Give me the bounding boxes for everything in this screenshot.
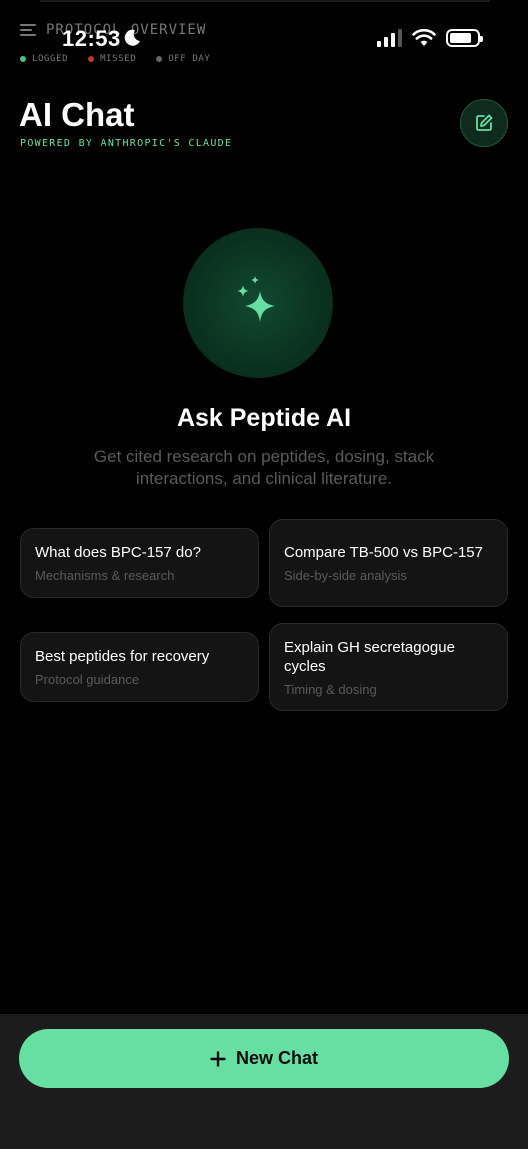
suggestion-title: Best peptides for recovery (35, 648, 210, 665)
suggestion-card[interactable]: Explain GH secretagogue cycles Timing & … (269, 623, 508, 711)
suggestion-subtitle: Protocol guidance (35, 672, 140, 687)
new-chat-label: New Chat (235, 1048, 318, 1068)
legend-dot (88, 56, 95, 62)
battery-icon (446, 29, 483, 47)
status-indicators (377, 29, 483, 47)
hero-description: Get cited research on peptides, dosing, … (93, 447, 435, 488)
suggestion-card[interactable]: What does BPC-157 do? Mechanisms & resea… (20, 528, 259, 598)
moon-icon (124, 29, 140, 46)
suggestion-subtitle: Mechanisms & research (35, 568, 175, 583)
status-bar: PROTOCOL OVERVIEW 12:53 LOGGED MISSED OF… (0, 0, 528, 80)
legend-dot (20, 56, 26, 62)
compose-icon (476, 114, 493, 131)
ai-hero-badge (183, 228, 333, 378)
page-title: AI Chat (19, 96, 135, 133)
suggestion-subtitle: Timing & dosing (284, 681, 377, 697)
suggestion-title: What does BPC-157 do? (35, 544, 201, 561)
legend-label: OFF DAY (168, 54, 211, 64)
list-icon (20, 23, 38, 37)
cellular-signal-icon (377, 29, 402, 47)
new-chat-button[interactable]: New Chat (19, 1029, 509, 1088)
legend-dot (156, 56, 163, 62)
legend-logged: LOGGED (20, 54, 68, 64)
suggestion-subtitle: Side-by-side analysis (284, 568, 407, 583)
suggestion-title: Compare TB-500 vs BPC-157 (284, 544, 483, 561)
screen-top-divider (40, 0, 490, 2)
suggestion-card[interactable]: Compare TB-500 vs BPC-157 Side-by-side a… (269, 519, 508, 607)
legend-off-day: OFF DAY (156, 54, 210, 64)
plus-icon (210, 1050, 226, 1067)
page-subtitle: POWERED BY ANTHROPIC'S CLAUDE (20, 138, 233, 149)
hero-title: Ask Peptide AI (176, 404, 352, 432)
wifi-icon (412, 29, 436, 46)
suggestion-card[interactable]: Best peptides for recovery Protocol guid… (20, 632, 259, 702)
legend-missed: MISSED (88, 54, 136, 64)
status-time: 12:53 (62, 26, 121, 51)
status-legend: LOGGED MISSED OFF DAY (20, 54, 210, 64)
legend-label: MISSED (100, 54, 137, 64)
legend-label: LOGGED (32, 54, 69, 64)
new-chat-compose-button[interactable] (460, 99, 508, 147)
suggestion-title: Explain GH secretagogue cycles (284, 638, 455, 675)
sparkles-icon (237, 276, 275, 322)
